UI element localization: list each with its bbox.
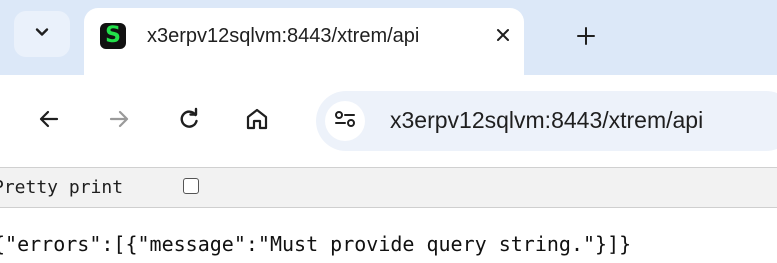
tab-search-button[interactable] <box>14 11 70 57</box>
home-button[interactable] <box>238 102 276 140</box>
back-button[interactable] <box>30 102 68 140</box>
reload-icon <box>176 106 202 137</box>
address-bar[interactable]: x3erpv12sqlvm:8443/xtrem/api <box>316 91 777 151</box>
plus-icon <box>576 26 596 51</box>
forward-button[interactable] <box>100 102 138 140</box>
pretty-print-bar: Pretty print <box>0 168 777 208</box>
tune-icon <box>333 109 357 134</box>
active-tab[interactable]: S x3erpv12sqlvm:8443/xtrem/api <box>84 8 524 75</box>
new-tab-button[interactable] <box>566 18 606 58</box>
reload-button[interactable] <box>170 102 208 140</box>
pretty-print-checkbox[interactable] <box>183 178 199 194</box>
url-text[interactable]: x3erpv12sqlvm:8443/xtrem/api <box>390 107 703 134</box>
close-icon <box>495 27 511 48</box>
tab-favicon: S <box>100 23 126 49</box>
favicon-letter: S <box>105 23 121 48</box>
chevron-down-icon <box>33 23 51 46</box>
browser-toolbar: x3erpv12sqlvm:8443/xtrem/api <box>0 75 777 168</box>
tab-title: x3erpv12sqlvm:8443/xtrem/api <box>147 25 420 47</box>
json-response-body: {"errors":[{"message":"Must provide quer… <box>0 232 632 256</box>
tab-close-button[interactable] <box>488 22 518 52</box>
pretty-print-label: Pretty print <box>0 177 124 198</box>
tab-strip: S x3erpv12sqlvm:8443/xtrem/api <box>0 0 777 75</box>
browser-window: S x3erpv12sqlvm:8443/xtrem/api x3erpv12s… <box>0 0 777 263</box>
arrow-right-icon <box>106 106 132 137</box>
home-icon <box>244 106 270 137</box>
site-info-button[interactable] <box>325 101 365 141</box>
arrow-left-icon <box>36 106 62 137</box>
